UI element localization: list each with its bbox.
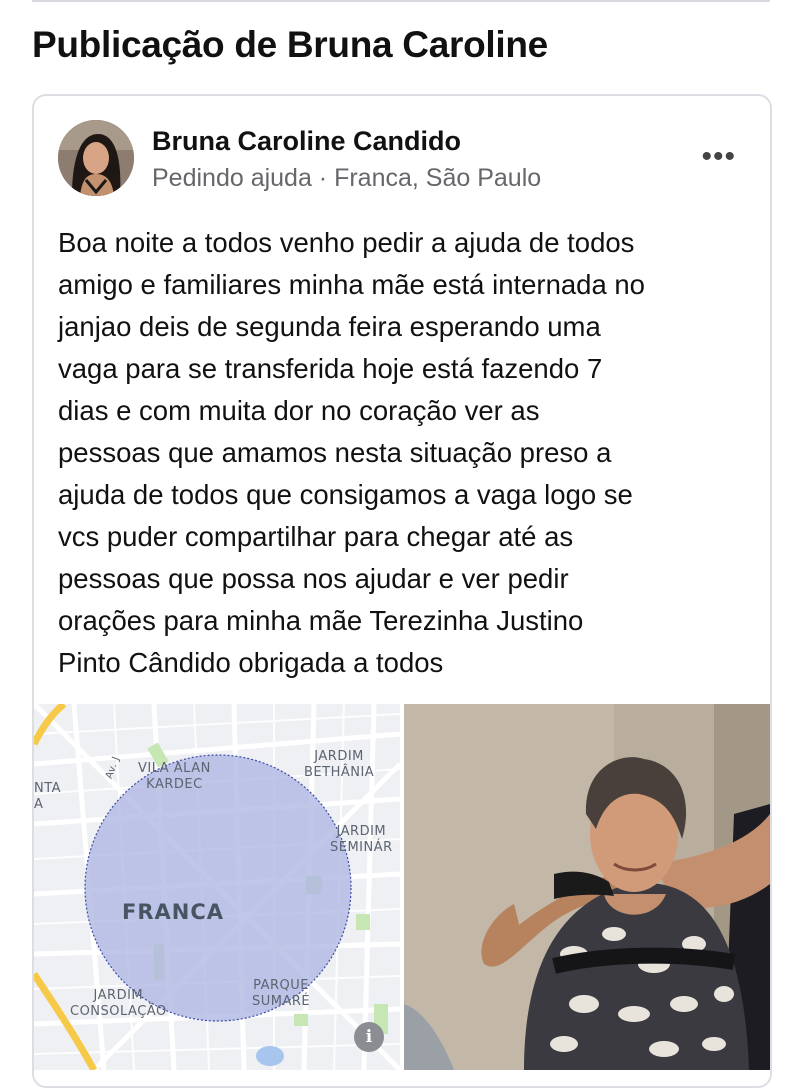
post-media: Av. J VILA ALAN KARDEC JARDIM BETHÂNIA N… bbox=[34, 704, 770, 1070]
top-divider bbox=[32, 0, 770, 2]
map-label-jardim-consolacao: JARDIM CONSOLAÇÃO bbox=[70, 988, 167, 1019]
post-card: Bruna Caroline Candido Pedindo ajuda · F… bbox=[32, 94, 772, 1088]
map-city-label: FRANCA bbox=[122, 900, 225, 924]
post-meta[interactable]: Pedindo ajuda · Franca, São Paulo bbox=[152, 164, 541, 193]
avatar[interactable] bbox=[58, 120, 134, 196]
info-icon[interactable]: i bbox=[354, 1022, 384, 1052]
author-name[interactable]: Bruna Caroline Candido bbox=[152, 126, 461, 157]
page-title: Publicação de Bruna Caroline bbox=[32, 24, 548, 65]
map-label-jardim-seminar: JARDIM SEMINÁR bbox=[330, 824, 393, 855]
map-label-jardim-bethania: JARDIM BETHÂNIA bbox=[304, 749, 375, 780]
post-photo[interactable] bbox=[404, 704, 770, 1070]
post-text: Boa noite a todos venho pedir a ajuda de… bbox=[58, 227, 645, 678]
map-label-parque-sumare: PARQUE SUMARÉ bbox=[252, 978, 311, 1009]
location-map[interactable]: Av. J VILA ALAN KARDEC JARDIM BETHÂNIA N… bbox=[34, 704, 400, 1070]
more-horizontal-icon[interactable]: ••• bbox=[701, 142, 736, 172]
photo-image bbox=[404, 704, 770, 1070]
map-label-vila-alan-kardec: VILA ALAN KARDEC bbox=[138, 761, 211, 792]
map-label-edge: NTA A bbox=[34, 781, 62, 812]
